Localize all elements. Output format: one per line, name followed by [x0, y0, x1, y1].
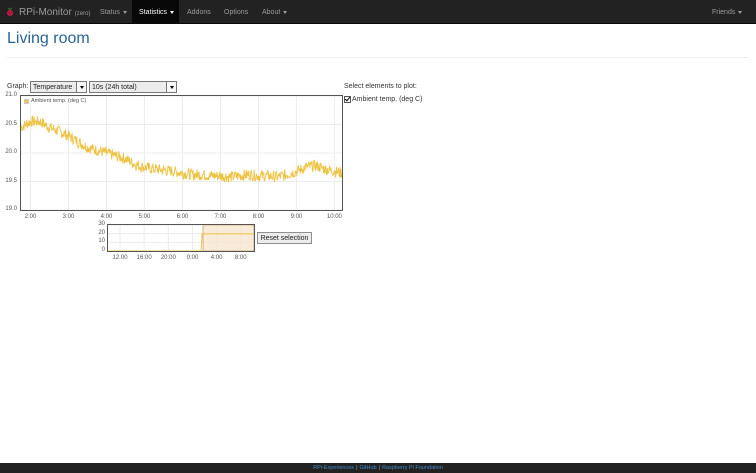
footer-separator: |: [378, 465, 381, 471]
footer-link-raspberry-pi-foundation[interactable]: Raspberry Pi Foundation: [382, 465, 443, 471]
nav-friends-label: Friends: [712, 8, 736, 16]
nav-options-label: Options: [224, 8, 249, 16]
x-tick-label: 8:00: [252, 214, 265, 220]
range-select-value: 10s (24h total): [92, 83, 137, 91]
overview-y-tick-label: 0: [101, 247, 105, 253]
overview-x-tick-label: 8:00: [234, 255, 247, 261]
overview-y-tick-label: 30: [98, 221, 105, 227]
triangle-down-icon: [169, 85, 174, 89]
overview-x-tick-label: 4:00: [210, 255, 223, 261]
x-tick-label: 6:00: [176, 214, 189, 220]
overview-selection[interactable]: [202, 224, 255, 252]
nav-statistics-label: Statistics: [139, 8, 168, 16]
series-toggle[interactable]: Ambient temp. (deg C): [344, 96, 422, 103]
brand-subtitle: (zero): [74, 10, 91, 17]
navbar: RPi-Monitor (zero) Status Statistics Add…: [0, 0, 756, 24]
footer-link-github[interactable]: GitHub: [360, 465, 377, 471]
y-tick-label: 19.5: [5, 177, 17, 184]
x-tick-label: 7:00: [214, 214, 227, 220]
overview-chart-canvas[interactable]: [108, 224, 255, 252]
nav-options[interactable]: Options: [217, 0, 255, 24]
graph-label: Graph:: [7, 83, 29, 90]
overview-chart[interactable]: [107, 224, 255, 252]
x-tick-label: 5:00: [138, 214, 151, 220]
overview-x-tick-label: 16:00: [136, 255, 152, 261]
y-tick-label: 20.0: [5, 149, 17, 155]
x-tick-label: 3:00: [62, 214, 75, 220]
nav-status-label: Status: [100, 8, 120, 16]
y-tick-label: 20.5: [5, 120, 17, 127]
triangle-down-icon: [79, 85, 84, 89]
reset-selection-button[interactable]: Reset selection: [257, 232, 312, 244]
footer-link-rpi-experiences[interactable]: RPi-Experiences: [313, 465, 354, 471]
nav-addons-label: Addons: [187, 8, 211, 16]
title-divider: [7, 57, 749, 58]
nav-about-label: About: [262, 8, 281, 16]
overview-x-tick-label: 20:00: [160, 255, 176, 261]
caret-down-icon: [122, 10, 127, 14]
chart-legend: Ambient temp. (deg C): [23, 97, 88, 105]
brand[interactable]: RPi-Monitor (zero): [6, 0, 90, 24]
footer: RPi-Experiences | GitHub | Raspberry Pi …: [0, 463, 756, 473]
overview-x-tick-label: 12:00: [112, 255, 128, 261]
brand-name: RPi-Monitor: [19, 6, 72, 18]
overview-y-tick-label: 20: [98, 229, 105, 236]
series-checkbox[interactable]: [344, 96, 351, 103]
x-tick-label: 2:00: [24, 214, 37, 220]
y-tick-label: 19.0: [5, 206, 17, 212]
main-chart[interactable]: [20, 95, 343, 211]
y-tick-label: 21.0: [5, 92, 17, 98]
main-chart-canvas[interactable]: [21, 96, 342, 210]
nav-about[interactable]: About: [255, 0, 294, 24]
nav-status[interactable]: Status: [93, 0, 134, 24]
range-select[interactable]: 10s (24h total): [89, 81, 177, 93]
footer-separator: |: [356, 465, 358, 471]
page-title: Living room: [7, 30, 90, 47]
overview-x-tick-label: 0:00: [186, 255, 199, 261]
legend-swatch: [24, 98, 29, 104]
nav-addons[interactable]: Addons: [180, 0, 218, 24]
caret-down-icon: [170, 10, 175, 14]
graph-select[interactable]: Temperature: [30, 81, 87, 93]
raspberry-logo-icon: [7, 7, 13, 16]
x-tick-label: 9:00: [290, 214, 303, 220]
x-tick-label: 10:00: [326, 214, 342, 220]
nav-statistics[interactable]: Statistics: [132, 0, 179, 24]
range-select-dropdown-button[interactable]: [166, 82, 176, 92]
caret-down-icon: [738, 10, 743, 14]
overview-y-tick-label: 10: [98, 238, 105, 245]
nav-friends[interactable]: Friends: [705, 0, 749, 24]
graph-select-dropdown-button[interactable]: [76, 82, 86, 92]
select-elements-title: Select elements to plot:: [344, 83, 417, 90]
caret-down-icon: [283, 10, 288, 14]
temperature-series-line: [21, 115, 342, 183]
x-tick-label: 4:00: [100, 214, 113, 220]
legend-label: Ambient temp. (deg C): [31, 98, 87, 104]
series-checkbox-label: Ambient temp. (deg C): [352, 96, 423, 103]
graph-select-value: Temperature: [33, 83, 73, 91]
